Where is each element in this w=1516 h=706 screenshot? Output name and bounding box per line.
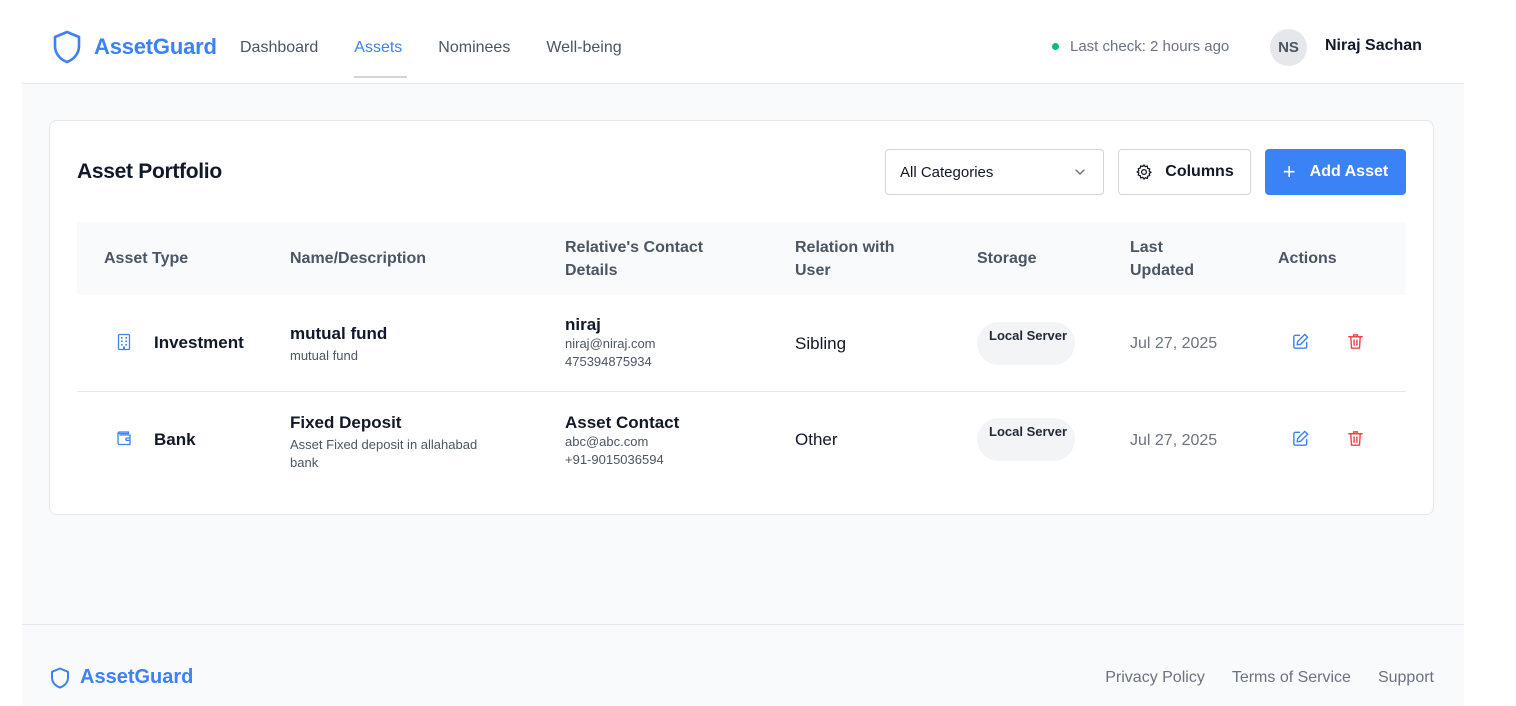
shield-icon bbox=[51, 667, 69, 688]
contact-phone: +91-9015036594 bbox=[565, 452, 664, 467]
add-asset-button[interactable]: + Add Asset bbox=[1265, 149, 1406, 195]
status-dot-icon bbox=[1052, 43, 1059, 50]
footer: AssetGuard Privacy Policy Terms of Servi… bbox=[22, 624, 1464, 706]
user-name[interactable]: Niraj Sachan bbox=[1325, 37, 1422, 55]
name-cell: Fixed Deposit Asset Fixed deposit in all… bbox=[290, 413, 500, 472]
add-asset-label: Add Asset bbox=[1309, 163, 1389, 180]
nav-nominees[interactable]: Nominees bbox=[438, 15, 510, 84]
last-check-status: Last check: 2 hours ago bbox=[1052, 38, 1229, 55]
wallet-icon bbox=[117, 431, 131, 446]
table-row[interactable]: Investment mutual fund mutual fund niraj… bbox=[77, 295, 1406, 392]
header-actions: Actions bbox=[1278, 250, 1337, 267]
header-relation[interactable]: Relation with User bbox=[795, 222, 915, 295]
brand[interactable]: AssetGuard bbox=[52, 30, 217, 64]
contact-cell: niraj niraj@niraj.com 475394875934 bbox=[565, 315, 656, 371]
asset-type: Investment bbox=[154, 333, 244, 352]
edit-icon[interactable] bbox=[1291, 429, 1310, 448]
nav-well-being[interactable]: Well-being bbox=[546, 15, 621, 84]
edit-icon[interactable] bbox=[1291, 332, 1310, 351]
relation: Sibling bbox=[795, 334, 847, 353]
columns-button-label: Columns bbox=[1165, 163, 1234, 180]
shield-icon bbox=[53, 30, 81, 64]
header-last-updated[interactable]: Last Updated bbox=[1130, 222, 1210, 295]
gear-icon bbox=[1136, 164, 1152, 180]
storage-badge: Local Server bbox=[977, 418, 1075, 461]
category-select-value: All Categories bbox=[900, 163, 994, 181]
top-header: AssetGuard Dashboard Assets Nominees Wel… bbox=[22, 15, 1464, 84]
brand-name: AssetGuard bbox=[94, 34, 217, 59]
contact-name: niraj bbox=[565, 315, 601, 334]
table-header: Asset Type Name/Description Relative's C… bbox=[77, 222, 1406, 295]
header-name-description[interactable]: Name/Description bbox=[290, 222, 490, 295]
asset-description: Asset Fixed deposit in allahabad bank bbox=[290, 437, 478, 470]
delete-icon[interactable] bbox=[1346, 332, 1365, 351]
category-select[interactable]: All Categories bbox=[885, 149, 1104, 195]
header-asset-type[interactable]: Asset Type bbox=[104, 222, 254, 295]
relation: Other bbox=[795, 430, 838, 449]
last-updated: Jul 27, 2025 bbox=[1130, 335, 1218, 352]
contact-cell: Asset Contact abc@abc.com +91-9015036594 bbox=[565, 413, 679, 469]
asset-name: Fixed Deposit bbox=[290, 413, 402, 432]
assets-table: Asset Type Name/Description Relative's C… bbox=[77, 222, 1406, 489]
table-row[interactable]: Bank Fixed Deposit Asset Fixed deposit i… bbox=[77, 392, 1406, 489]
last-check-text: Last check: 2 hours ago bbox=[1070, 38, 1230, 55]
asset-name: mutual fund bbox=[290, 324, 388, 343]
header-storage[interactable]: Storage bbox=[977, 222, 1077, 295]
contact-email: abc@abc.com bbox=[565, 434, 649, 449]
columns-button[interactable]: Columns bbox=[1118, 149, 1251, 195]
storage-badge: Local Server bbox=[977, 322, 1075, 365]
main-nav: Dashboard Assets Nominees Well-being bbox=[240, 15, 658, 84]
nav-assets[interactable]: Assets bbox=[354, 15, 408, 84]
asset-portfolio-card: Asset Portfolio All Categories Columns +… bbox=[49, 120, 1434, 515]
footer-brand-name: AssetGuard bbox=[80, 666, 194, 688]
privacy-policy-link[interactable]: Privacy Policy bbox=[1105, 669, 1205, 687]
footer-brand[interactable]: AssetGuard bbox=[50, 666, 193, 689]
app-shell: AssetGuard Dashboard Assets Nominees Wel… bbox=[22, 15, 1464, 706]
nav-dashboard[interactable]: Dashboard bbox=[240, 15, 318, 84]
delete-icon[interactable] bbox=[1346, 429, 1365, 448]
building-icon bbox=[117, 333, 131, 351]
name-cell: mutual fund mutual fund bbox=[290, 324, 500, 365]
header-contact-details[interactable]: Relative's Contact Details bbox=[565, 222, 715, 295]
terms-of-service-link[interactable]: Terms of Service bbox=[1232, 669, 1351, 687]
chevron-down-icon bbox=[1075, 169, 1085, 175]
asset-type: Bank bbox=[154, 430, 196, 449]
last-updated: Jul 27, 2025 bbox=[1130, 432, 1218, 449]
contact-phone: 475394875934 bbox=[565, 354, 652, 369]
avatar[interactable]: NS bbox=[1270, 29, 1307, 66]
card-title: Asset Portfolio bbox=[77, 160, 222, 183]
support-link[interactable]: Support bbox=[1378, 669, 1434, 687]
plus-icon: + bbox=[1282, 159, 1296, 184]
contact-name: Asset Contact bbox=[565, 413, 680, 432]
contact-email: niraj@niraj.com bbox=[565, 336, 656, 351]
asset-description: mutual fund bbox=[290, 348, 358, 363]
footer-links: Privacy Policy Terms of Service Support bbox=[1078, 669, 1434, 687]
